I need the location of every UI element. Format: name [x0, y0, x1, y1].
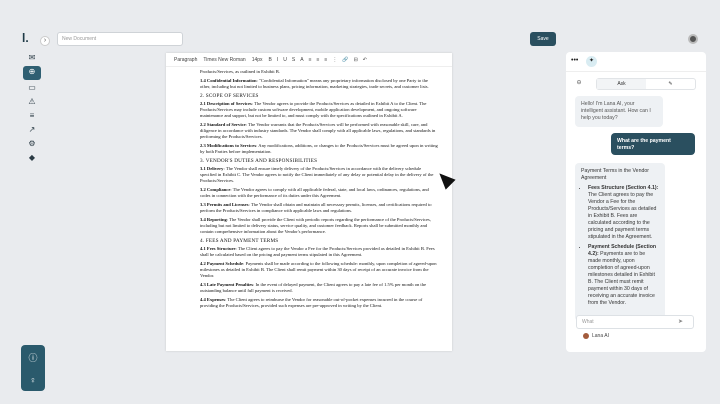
format-button[interactable]: U: [283, 57, 287, 63]
font-size-select[interactable]: 14px: [252, 57, 263, 63]
assistant-answer: Payment Terms in the Vendor Agreement Fe…: [575, 163, 665, 321]
left-rail: l. › ✉ ⊕ ▭ ⚠ ≡ ↗ ⚙ ◆ ⓘ ♀: [0, 0, 50, 404]
font-select[interactable]: Times New Roman: [203, 57, 245, 63]
paragraph: 2.3 Modifications to Services: Any modif…: [200, 143, 438, 154]
inbox-icon[interactable]: ✉: [24, 52, 40, 64]
answer-item: Fees Structure (Section 4.1): The Client…: [588, 185, 659, 241]
format-button[interactable]: ≡: [324, 57, 327, 63]
document-name-input[interactable]: New Document: [57, 32, 183, 46]
agent-avatar: [583, 333, 589, 339]
format-button[interactable]: B: [269, 57, 272, 63]
format-button[interactable]: S: [292, 57, 295, 63]
paragraph-style-select[interactable]: Paragraph: [174, 57, 197, 63]
user-message: What are the payment terms?: [611, 133, 695, 155]
layers-icon[interactable]: ◆: [24, 152, 40, 164]
format-button[interactable]: I: [277, 57, 278, 63]
collapse-chevron-icon[interactable]: ›: [40, 36, 50, 46]
paragraph: 2.1 Description of Services: The Vendor …: [200, 101, 427, 118]
save-button[interactable]: Save: [530, 32, 556, 46]
help-panel: ⓘ ♀: [21, 345, 45, 391]
answer-item: Payment Schedule (Section 4.2): Payments…: [588, 244, 659, 307]
answer-title: Payment Terms in the Vendor Agreement: [581, 168, 649, 181]
editor-toolbar: Paragraph Times New Roman 14px B I U S A ≡ ≡ ≡ ⋮…: [166, 53, 452, 67]
avatar[interactable]: [688, 34, 698, 44]
format-buttons: B I U S A ≡ ≡ ≡ ⋮ 🔗 ⊟ ↶: [269, 57, 367, 63]
paragraph: 1.4 Confidential Information: "Confident…: [200, 78, 429, 89]
tab-ask[interactable]: Ask: [597, 79, 646, 89]
paragraph: Products/Services, as outlined in Exhibi…: [200, 69, 281, 74]
paragraph: 4.4 Expenses: The Client agrees to reimb…: [200, 297, 423, 308]
more-icon[interactable]: •••: [571, 57, 578, 64]
paragraph: 3.1 Delivery: The Vendor shall ensure ti…: [200, 166, 434, 183]
list-icon[interactable]: ≡: [24, 110, 40, 122]
paragraph: 3.2 Compliance: The Vendor agrees to com…: [200, 187, 429, 198]
alert-icon[interactable]: ⚠: [24, 96, 40, 108]
assistant-greeting: Hello! I'm Lana AI, your intelligent ass…: [575, 96, 663, 127]
paragraph: 4.1 Fees Structure: The Client agrees to…: [200, 246, 435, 257]
history-icon[interactable]: ⊖: [573, 79, 585, 89]
section-heading: 4. FEES AND PAYMENT TERMS: [200, 238, 279, 244]
edit-pen-icon[interactable]: ✎: [646, 79, 695, 89]
document-body[interactable]: Products/Services, as outlined in Exhibi…: [166, 67, 452, 309]
format-button[interactable]: ≡: [317, 57, 320, 63]
section-heading: 2. SCOPE OF SERVICES: [200, 93, 259, 99]
format-button[interactable]: ⊟: [354, 57, 358, 63]
paragraph: 2.2 Standard of Service: The Vendor warr…: [200, 122, 436, 139]
document-editor[interactable]: Paragraph Times New Roman 14px B I U S A ≡ ≡ ≡ ⋮…: [166, 53, 452, 351]
section-heading: 3. VENDOR'S DUTIES AND RESPONSIBILITIES: [200, 158, 318, 164]
agent-label: Lana AI: [583, 333, 609, 339]
format-button[interactable]: ↶: [363, 57, 367, 63]
paragraph: 3.3 Permits and Licenses: The Vendor sha…: [200, 202, 432, 213]
edit-icon[interactable]: ⊕: [23, 66, 41, 80]
agent-name: Lana AI: [592, 333, 609, 339]
bulb-icon[interactable]: ♀: [21, 371, 45, 389]
gear-icon[interactable]: ⚙: [24, 138, 40, 150]
send-icon[interactable]: ➤: [678, 318, 683, 325]
paragraph: 3.4 Reporting: The Vendor shall provide …: [200, 217, 431, 234]
paragraph: 4.2 Payment Schedule: Payments shall be …: [200, 261, 437, 278]
format-button[interactable]: A: [300, 57, 303, 63]
app-logo: l.: [22, 31, 29, 45]
format-button[interactable]: ≡: [309, 57, 312, 63]
format-button[interactable]: ⋮: [332, 57, 337, 63]
answer-list: Fees Structure (Section 4.1): The Client…: [581, 185, 659, 307]
chart-icon[interactable]: ↗: [24, 124, 40, 136]
assistant-icon[interactable]: ✦: [586, 56, 597, 67]
mode-tabs: ⊖ Ask ✎: [576, 78, 696, 90]
chat-header: ••• ✦: [566, 52, 706, 72]
folder-icon[interactable]: ▭: [24, 82, 40, 94]
format-button[interactable]: 🔗: [342, 57, 348, 63]
help-icon[interactable]: ⓘ: [21, 349, 45, 367]
chat-input[interactable]: What: [576, 315, 694, 329]
paragraph: 4.3 Late Payment Penalties: In the event…: [200, 282, 427, 293]
